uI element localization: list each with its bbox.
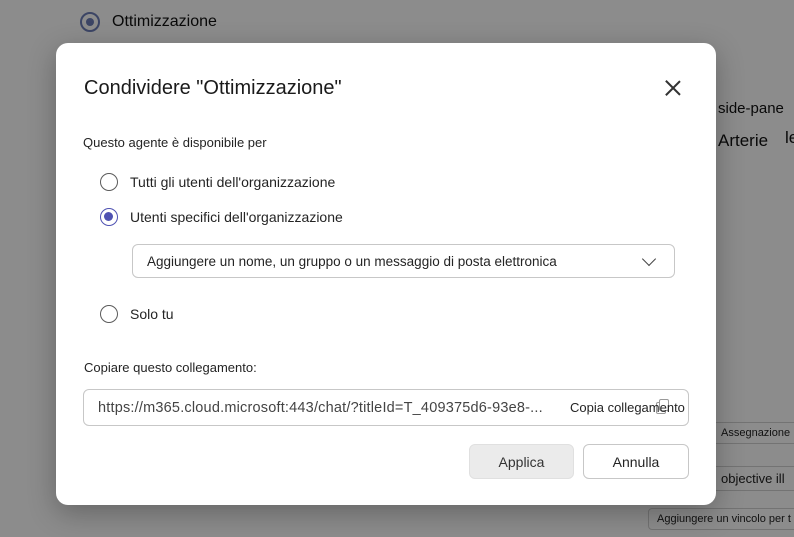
option-label: Utenti specifici dell'organizzazione xyxy=(130,209,343,225)
cancel-button[interactable]: Annulla xyxy=(583,444,689,479)
radio-button[interactable] xyxy=(100,173,118,191)
chevron-down-icon xyxy=(641,251,657,266)
radio-button-selected[interactable] xyxy=(100,208,118,226)
dialog-title: Condividere "Ottimizzazione" xyxy=(84,77,342,99)
link-input[interactable] xyxy=(84,390,564,425)
share-dialog: Condividere "Ottimizzazione" Questo agen… xyxy=(56,43,716,505)
apply-button[interactable]: Applica xyxy=(469,444,574,479)
copy-link-button[interactable]: Copia collegamento xyxy=(570,390,685,425)
option-label: Solo tu xyxy=(130,306,174,322)
option-label: Tutti gli utenti dell'organizzazione xyxy=(130,174,336,190)
radio-button[interactable] xyxy=(100,305,118,323)
copy-link-label: Copiare questo collegamento: xyxy=(84,360,257,375)
availability-label: Questo agente è disponibile per xyxy=(83,135,267,150)
copy-link-label-text: Copia collegamento xyxy=(570,400,685,415)
option-only-you[interactable]: Solo tu xyxy=(100,305,174,323)
people-picker-dropdown[interactable]: Aggiungere un nome, un gruppo o un messa… xyxy=(132,244,675,278)
option-all-users[interactable]: Tutti gli utenti dell'organizzazione xyxy=(100,173,335,191)
link-field: Copia collegamento xyxy=(83,389,689,426)
option-specific-users[interactable]: Utenti specifici dell'organizzazione xyxy=(100,208,343,226)
people-picker-placeholder: Aggiungere un nome, un gruppo o un messa… xyxy=(147,253,557,269)
close-icon[interactable] xyxy=(662,77,684,99)
